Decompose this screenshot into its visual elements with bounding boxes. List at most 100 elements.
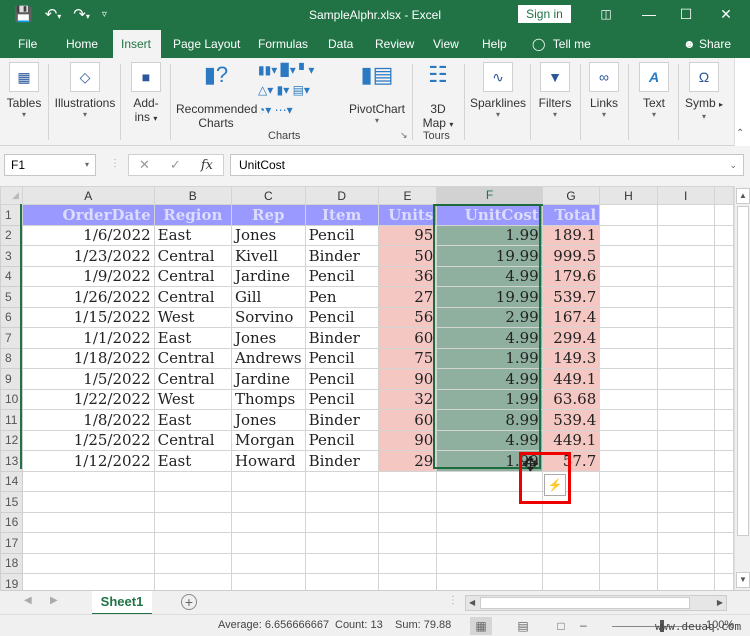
- name-box[interactable]: F1 ▾: [4, 154, 96, 176]
- cancel-icon[interactable]: ✕: [139, 157, 150, 173]
- save-icon[interactable]: 💾: [14, 5, 33, 23]
- cell-rep[interactable]: Kivell: [230, 245, 306, 267]
- column-header-e[interactable]: E: [377, 186, 438, 205]
- cell-empty[interactable]: [304, 511, 379, 533]
- cell-empty[interactable]: [153, 470, 232, 492]
- vertical-scrollbar[interactable]: ▲ ▼: [734, 186, 750, 590]
- cell-empty[interactable]: [230, 491, 306, 513]
- cell-unitcost[interactable]: 19.99: [436, 245, 543, 267]
- cell-rep[interactable]: Gill: [230, 286, 306, 308]
- cell-units[interactable]: 56: [377, 306, 438, 328]
- links-button[interactable]: ∞ Links ▾: [586, 60, 622, 144]
- cell-empty[interactable]: [153, 573, 232, 590]
- undo-icon[interactable]: ↶▾: [45, 5, 62, 23]
- cell-empty[interactable]: [304, 491, 379, 513]
- cell-empty[interactable]: [436, 573, 543, 590]
- tables-button[interactable]: ▦ Tables ▾: [6, 60, 42, 144]
- cell-total[interactable]: 167.4: [541, 306, 601, 328]
- cell-rep[interactable]: Morgan: [230, 429, 306, 451]
- cell-region[interactable]: Central: [153, 286, 232, 308]
- cell-total[interactable]: 179.6: [541, 265, 601, 287]
- cell-orderdate[interactable]: 1/26/2022: [21, 286, 155, 308]
- customize-qat-icon[interactable]: ▿: [102, 9, 107, 20]
- cell-units[interactable]: 90: [377, 429, 438, 451]
- cell-rep[interactable]: Rep: [230, 204, 306, 226]
- horizontal-scrollbar[interactable]: ◀ ▶: [465, 595, 727, 611]
- scroll-right-icon[interactable]: ▶: [717, 596, 723, 610]
- cell-empty[interactable]: [656, 429, 715, 451]
- cell-item[interactable]: Pencil: [304, 306, 379, 328]
- cell-empty[interactable]: [377, 532, 438, 554]
- cell-rep[interactable]: Jones: [230, 409, 306, 431]
- cell-empty[interactable]: [230, 470, 306, 492]
- page-break-view-icon[interactable]: □: [550, 617, 572, 635]
- cell-total[interactable]: 63.68: [541, 388, 601, 410]
- cell-empty[interactable]: [304, 573, 379, 590]
- cell-empty[interactable]: [377, 470, 438, 492]
- cell-empty[interactable]: [599, 491, 658, 513]
- addins-button[interactable]: ■ Add-ins ▾: [128, 60, 164, 144]
- tell-me-search[interactable]: ◯ Tell me: [524, 30, 599, 58]
- cell-empty[interactable]: [599, 450, 658, 472]
- cell-empty[interactable]: [599, 429, 658, 451]
- cell-empty[interactable]: [656, 265, 715, 287]
- enter-icon[interactable]: ✓: [170, 157, 181, 173]
- cell-orderdate[interactable]: 1/6/2022: [21, 224, 155, 246]
- cell-empty[interactable]: [304, 552, 379, 574]
- cell-units[interactable]: 90: [377, 368, 438, 390]
- cell-empty[interactable]: [599, 204, 658, 226]
- cell-empty[interactable]: [656, 532, 715, 554]
- cell-empty[interactable]: [230, 552, 306, 574]
- cell-empty[interactable]: [436, 511, 543, 533]
- cell-rep[interactable]: Andrews: [230, 347, 306, 369]
- cell-unitcost[interactable]: 4.99: [436, 327, 543, 349]
- cell-item[interactable]: Binder: [304, 409, 379, 431]
- hierarchy-chart-icon[interactable]: ▉▾: [281, 63, 296, 77]
- cell-region[interactable]: West: [153, 306, 232, 328]
- symbols-button[interactable]: Ω Symb ▸ ▾: [684, 60, 724, 144]
- cell-empty[interactable]: [436, 552, 543, 574]
- cell-empty[interactable]: [436, 532, 543, 554]
- cell-units[interactable]: 29: [377, 450, 438, 472]
- cell-empty[interactable]: [599, 552, 658, 574]
- cell-region[interactable]: Central: [153, 245, 232, 267]
- text-button[interactable]: A Text ▾: [636, 60, 672, 144]
- cell-empty[interactable]: [377, 511, 438, 533]
- cell-item[interactable]: Pencil: [304, 388, 379, 410]
- cell-item[interactable]: Pen: [304, 286, 379, 308]
- cell-total[interactable]: Total: [541, 204, 601, 226]
- cell-empty[interactable]: [21, 532, 155, 554]
- cell-total[interactable]: 299.4: [541, 327, 601, 349]
- row-header-17[interactable]: 17: [0, 532, 23, 554]
- cell-units[interactable]: 60: [377, 409, 438, 431]
- column-header-a[interactable]: A: [21, 186, 155, 205]
- scroll-up-icon[interactable]: ▲: [736, 188, 750, 204]
- cell-empty[interactable]: [21, 491, 155, 513]
- tab-data[interactable]: Data: [320, 30, 361, 58]
- cell-unitcost[interactable]: 4.99: [436, 429, 543, 451]
- cell-unitcost[interactable]: 8.99: [436, 409, 543, 431]
- cell-empty[interactable]: [656, 450, 715, 472]
- cell-empty[interactable]: [656, 204, 715, 226]
- cell-region[interactable]: East: [153, 450, 232, 472]
- cell-empty[interactable]: [377, 491, 438, 513]
- cell-empty[interactable]: [541, 511, 601, 533]
- cell-total[interactable]: 189.1: [541, 224, 601, 246]
- cell-region[interactable]: West: [153, 388, 232, 410]
- splitter-handle-icon[interactable]: ⋮: [448, 595, 458, 606]
- cell-unitcost[interactable]: 2.99: [436, 306, 543, 328]
- cell-item[interactable]: Pencil: [304, 429, 379, 451]
- cell-item[interactable]: Pencil: [304, 347, 379, 369]
- cell-region[interactable]: Central: [153, 368, 232, 390]
- combo-chart-icon[interactable]: ▤▾: [293, 83, 310, 97]
- cell-item[interactable]: Pencil: [304, 224, 379, 246]
- column-header-g[interactable]: G: [541, 186, 601, 205]
- cell-region[interactable]: East: [153, 409, 232, 431]
- next-sheet-icon[interactable]: ▶: [50, 595, 58, 606]
- cell-empty[interactable]: [541, 573, 601, 590]
- cell-orderdate[interactable]: 1/9/2022: [21, 265, 155, 287]
- maximize-icon[interactable]: ☐: [673, 4, 699, 24]
- cell-units[interactable]: 60: [377, 327, 438, 349]
- prev-sheet-icon[interactable]: ◀: [24, 595, 32, 606]
- cell-empty[interactable]: [656, 306, 715, 328]
